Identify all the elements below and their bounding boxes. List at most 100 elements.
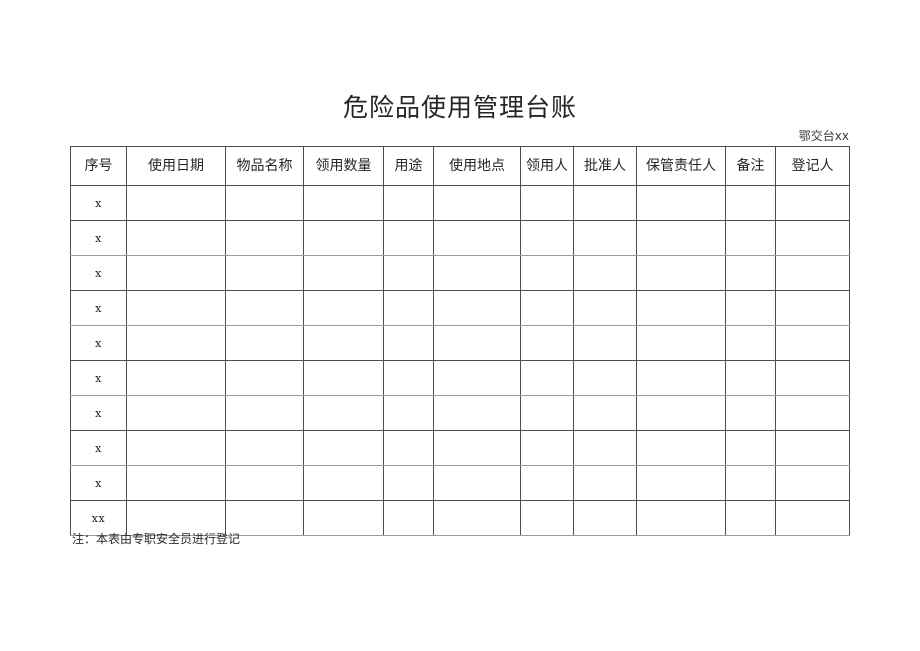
cell-purpose[interactable] xyxy=(383,290,434,326)
cell-quantity[interactable] xyxy=(303,465,384,501)
cell-use_date[interactable] xyxy=(126,395,226,431)
cell-registrar[interactable] xyxy=(775,290,850,326)
cell-use_date[interactable] xyxy=(126,465,226,501)
cell-remark[interactable] xyxy=(725,430,776,466)
cell-custodian[interactable] xyxy=(636,465,726,501)
cell-quantity[interactable] xyxy=(303,395,384,431)
cell-item_name[interactable] xyxy=(225,325,304,361)
cell-remark[interactable] xyxy=(725,255,776,291)
cell-registrar[interactable] xyxy=(775,185,850,221)
cell-index[interactable]: x xyxy=(70,290,127,326)
cell-approver[interactable] xyxy=(573,430,637,466)
cell-location[interactable] xyxy=(433,360,521,396)
cell-use_date[interactable] xyxy=(126,360,226,396)
cell-location[interactable] xyxy=(433,430,521,466)
cell-receiver[interactable] xyxy=(520,500,574,536)
cell-approver[interactable] xyxy=(573,325,637,361)
cell-remark[interactable] xyxy=(725,465,776,501)
cell-registrar[interactable] xyxy=(775,465,850,501)
cell-custodian[interactable] xyxy=(636,395,726,431)
cell-item_name[interactable] xyxy=(225,430,304,466)
cell-receiver[interactable] xyxy=(520,255,574,291)
cell-approver[interactable] xyxy=(573,220,637,256)
cell-receiver[interactable] xyxy=(520,395,574,431)
cell-use_date[interactable] xyxy=(126,325,226,361)
cell-registrar[interactable] xyxy=(775,360,850,396)
cell-approver[interactable] xyxy=(573,185,637,221)
cell-approver[interactable] xyxy=(573,465,637,501)
cell-purpose[interactable] xyxy=(383,255,434,291)
cell-remark[interactable] xyxy=(725,500,776,536)
cell-purpose[interactable] xyxy=(383,465,434,501)
cell-use_date[interactable] xyxy=(126,185,226,221)
cell-index[interactable]: x xyxy=(70,255,127,291)
cell-item_name[interactable] xyxy=(225,185,304,221)
cell-index[interactable]: x xyxy=(70,220,127,256)
cell-receiver[interactable] xyxy=(520,360,574,396)
cell-location[interactable] xyxy=(433,465,521,501)
cell-index[interactable]: x xyxy=(70,395,127,431)
cell-location[interactable] xyxy=(433,290,521,326)
cell-use_date[interactable] xyxy=(126,290,226,326)
cell-quantity[interactable] xyxy=(303,185,384,221)
cell-location[interactable] xyxy=(433,220,521,256)
cell-location[interactable] xyxy=(433,185,521,221)
cell-index[interactable]: x xyxy=(70,465,127,501)
cell-use_date[interactable] xyxy=(126,220,226,256)
cell-purpose[interactable] xyxy=(383,430,434,466)
cell-custodian[interactable] xyxy=(636,430,726,466)
cell-use_date[interactable] xyxy=(126,255,226,291)
cell-index[interactable]: x xyxy=(70,360,127,396)
cell-custodian[interactable] xyxy=(636,360,726,396)
cell-registrar[interactable] xyxy=(775,220,850,256)
cell-index[interactable]: x xyxy=(70,430,127,466)
cell-approver[interactable] xyxy=(573,395,637,431)
cell-location[interactable] xyxy=(433,395,521,431)
cell-purpose[interactable] xyxy=(383,325,434,361)
cell-custodian[interactable] xyxy=(636,220,726,256)
cell-receiver[interactable] xyxy=(520,290,574,326)
cell-approver[interactable] xyxy=(573,290,637,326)
cell-receiver[interactable] xyxy=(520,430,574,466)
cell-approver[interactable] xyxy=(573,500,637,536)
cell-remark[interactable] xyxy=(725,360,776,396)
cell-purpose[interactable] xyxy=(383,220,434,256)
cell-receiver[interactable] xyxy=(520,185,574,221)
cell-quantity[interactable] xyxy=(303,325,384,361)
cell-registrar[interactable] xyxy=(775,395,850,431)
cell-registrar[interactable] xyxy=(775,430,850,466)
cell-quantity[interactable] xyxy=(303,255,384,291)
cell-location[interactable] xyxy=(433,255,521,291)
cell-quantity[interactable] xyxy=(303,360,384,396)
cell-registrar[interactable] xyxy=(775,500,850,536)
cell-custodian[interactable] xyxy=(636,255,726,291)
cell-remark[interactable] xyxy=(725,220,776,256)
cell-receiver[interactable] xyxy=(520,465,574,501)
cell-item_name[interactable] xyxy=(225,395,304,431)
cell-index[interactable]: x xyxy=(70,185,127,221)
cell-receiver[interactable] xyxy=(520,220,574,256)
cell-approver[interactable] xyxy=(573,360,637,396)
cell-use_date[interactable] xyxy=(126,430,226,466)
cell-purpose[interactable] xyxy=(383,500,434,536)
cell-receiver[interactable] xyxy=(520,325,574,361)
cell-remark[interactable] xyxy=(725,290,776,326)
cell-index[interactable]: x xyxy=(70,325,127,361)
cell-item_name[interactable] xyxy=(225,255,304,291)
cell-custodian[interactable] xyxy=(636,325,726,361)
cell-item_name[interactable] xyxy=(225,465,304,501)
cell-approver[interactable] xyxy=(573,255,637,291)
cell-remark[interactable] xyxy=(725,325,776,361)
cell-remark[interactable] xyxy=(725,185,776,221)
cell-location[interactable] xyxy=(433,325,521,361)
cell-purpose[interactable] xyxy=(383,360,434,396)
cell-registrar[interactable] xyxy=(775,255,850,291)
cell-item_name[interactable] xyxy=(225,360,304,396)
cell-quantity[interactable] xyxy=(303,220,384,256)
cell-location[interactable] xyxy=(433,500,521,536)
cell-custodian[interactable] xyxy=(636,290,726,326)
cell-custodian[interactable] xyxy=(636,185,726,221)
cell-quantity[interactable] xyxy=(303,500,384,536)
cell-item_name[interactable] xyxy=(225,220,304,256)
cell-custodian[interactable] xyxy=(636,500,726,536)
